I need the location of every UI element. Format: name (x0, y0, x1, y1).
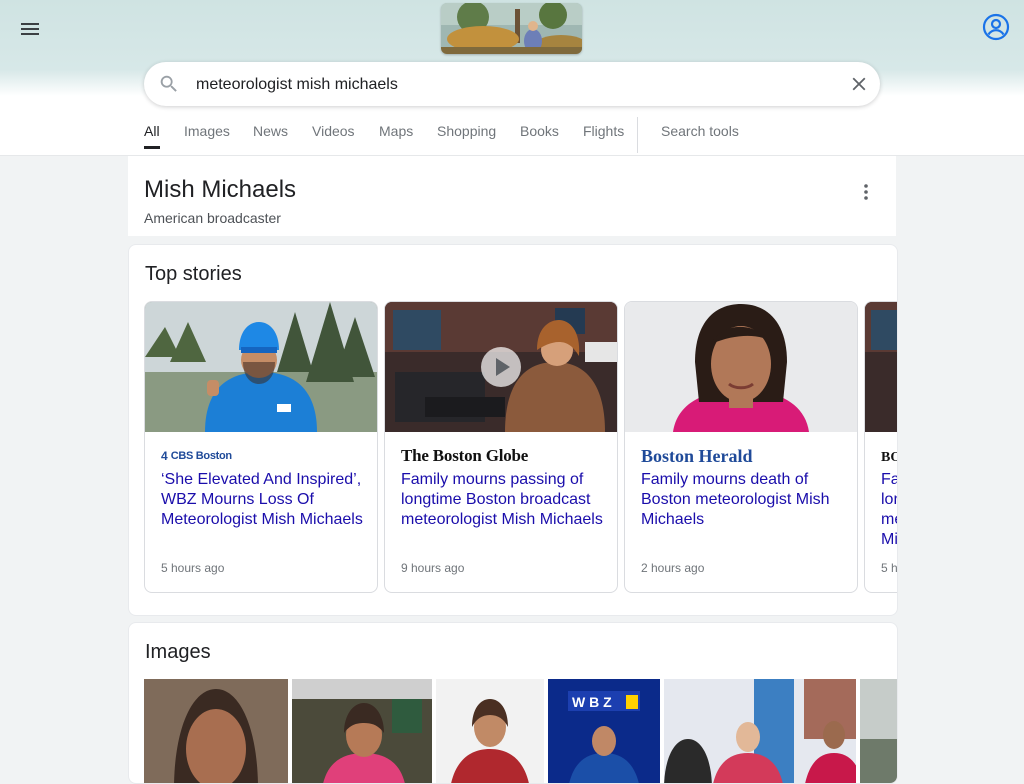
story-thumbnail (145, 302, 377, 432)
story-time: 2 hours ago (641, 561, 705, 575)
search-tools-button[interactable]: Search tools (661, 123, 739, 139)
source-name: CBS Boston (170, 450, 232, 462)
source-name: BOS (881, 450, 897, 465)
source-name: Boston Herald (641, 446, 753, 466)
story-card[interactable]: Boston Herald Family mourns death of Bos… (624, 301, 858, 593)
search-tabs: All Images News Videos Maps Shopping Boo… (0, 117, 1024, 155)
play-icon[interactable] (481, 347, 521, 387)
more-vert-icon[interactable] (856, 182, 876, 202)
account-circle-icon[interactable] (982, 13, 1010, 41)
story-time: 5 h (881, 561, 898, 575)
image-result[interactable] (436, 679, 544, 783)
story-source: Boston Herald (641, 446, 753, 466)
story-thumbnail (865, 302, 897, 432)
story-thumbnail (625, 302, 857, 432)
story-time: 5 hours ago (161, 561, 225, 575)
story-source: 4 CBS Boston (161, 448, 232, 464)
story-headline[interactable]: Fa lon me Mi (881, 470, 897, 550)
story-headline[interactable]: Family mourns passing of longtime Boston… (401, 470, 605, 530)
entity-subtitle: American broadcaster (144, 210, 281, 226)
close-icon[interactable] (848, 73, 870, 95)
cbs-logo-badge: 4 (161, 449, 168, 463)
image-result[interactable] (292, 679, 432, 783)
tab-divider (637, 117, 638, 153)
image-result[interactable]: W B Z (548, 679, 660, 783)
hamburger-menu-icon[interactable] (18, 17, 42, 41)
search-box[interactable] (144, 62, 880, 106)
story-card[interactable]: The Boston Globe Family mourns passing o… (384, 301, 618, 593)
top-stories-section: Top stories 4 CBS Boston ‘She Elevated A… (128, 244, 898, 616)
entity-title[interactable]: Mish Michaels (144, 176, 296, 204)
tab-all[interactable]: All (144, 123, 160, 149)
search-header: All Images News Videos Maps Shopping Boo… (0, 0, 1024, 156)
tab-flights[interactable]: Flights (583, 123, 624, 139)
image-result[interactable] (860, 679, 897, 783)
tab-videos[interactable]: Videos (312, 123, 355, 139)
tab-shopping[interactable]: Shopping (437, 123, 496, 139)
story-headline[interactable]: ‘She Elevated And Inspired’, WBZ Mourns … (161, 470, 365, 530)
tab-images[interactable]: Images (184, 123, 230, 139)
story-source: BOS (881, 448, 897, 465)
tab-books[interactable]: Books (520, 123, 559, 139)
story-source: The Boston Globe (401, 446, 529, 465)
image-result[interactable] (664, 679, 856, 783)
image-result[interactable] (144, 679, 288, 783)
tab-news[interactable]: News (253, 123, 288, 139)
search-input[interactable] (194, 70, 828, 100)
google-doodle[interactable] (441, 3, 582, 54)
svg-text:W B Z: W B Z (572, 694, 612, 710)
images-section: Images W B Z (128, 622, 898, 784)
story-headline[interactable]: Family mourns death of Boston meteorolog… (641, 470, 845, 530)
search-icon[interactable] (158, 73, 180, 95)
knowledge-panel-header: Mish Michaels American broadcaster (128, 156, 896, 236)
images-title: Images (145, 641, 211, 663)
story-card[interactable]: 4 CBS Boston ‘She Elevated And Inspired’… (144, 301, 378, 593)
top-stories-title: Top stories (145, 263, 242, 285)
source-name: The Boston Globe (401, 446, 529, 465)
story-card[interactable]: BOS Fa lon me Mi 5 h (864, 301, 898, 593)
tab-maps[interactable]: Maps (379, 123, 413, 139)
story-time: 9 hours ago (401, 561, 465, 575)
